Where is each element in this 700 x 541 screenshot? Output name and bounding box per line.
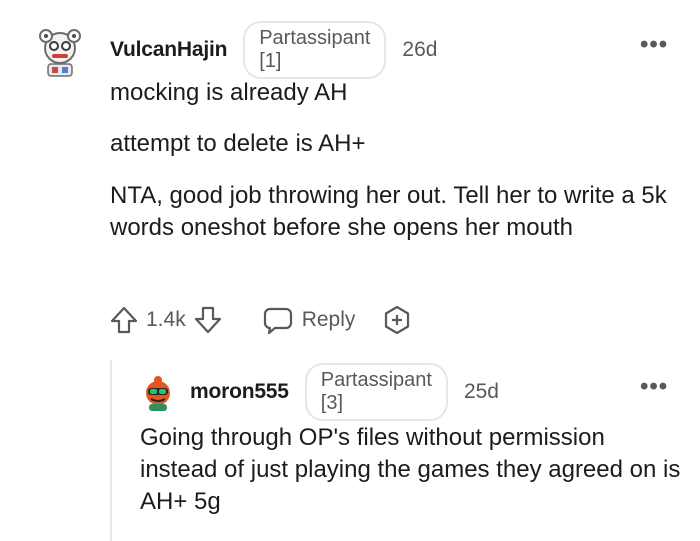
- award-plus-icon: [381, 304, 413, 336]
- award-button[interactable]: [381, 304, 413, 336]
- more-options-icon[interactable]: •••: [640, 33, 668, 57]
- comment-paragraph: NTA, good job throwing her out. Tell her…: [110, 182, 667, 241]
- vote-controls: 1.4k: [108, 304, 224, 336]
- reply-more-options-icon[interactable]: •••: [640, 375, 668, 399]
- comment-actions: 1.4k Reply: [108, 300, 413, 340]
- user-flair: Partassipant [1]: [243, 21, 387, 79]
- reply-username[interactable]: moron555: [190, 380, 289, 404]
- comment-header: VulcanHajin Partassipant [1] 26d: [110, 21, 438, 79]
- comment-age: 26d: [402, 38, 438, 61]
- reply-button[interactable]: Reply: [262, 304, 356, 336]
- downvote-icon[interactable]: [192, 304, 224, 336]
- comment-paragraph: mocking is already AH: [110, 79, 348, 106]
- reply-user-flair: Partassipant [3]: [304, 363, 448, 421]
- reply-header: moron555 Partassipant [3] 25d: [190, 363, 499, 421]
- upvote-icon[interactable]: [108, 304, 140, 336]
- reply-user-avatar[interactable]: [140, 372, 176, 412]
- reply-label: Reply: [301, 308, 356, 331]
- reply-age: 25d: [463, 380, 499, 403]
- username[interactable]: VulcanHajin: [110, 38, 227, 62]
- comment-paragraph: attempt to delete is AH+: [110, 130, 366, 157]
- user-avatar[interactable]: [34, 24, 86, 80]
- thread-line[interactable]: [110, 360, 112, 541]
- reply-body: Going through OP's files without permiss…: [140, 424, 681, 515]
- vote-score: 1.4k: [146, 308, 186, 331]
- chat-bubble-icon: [262, 304, 294, 336]
